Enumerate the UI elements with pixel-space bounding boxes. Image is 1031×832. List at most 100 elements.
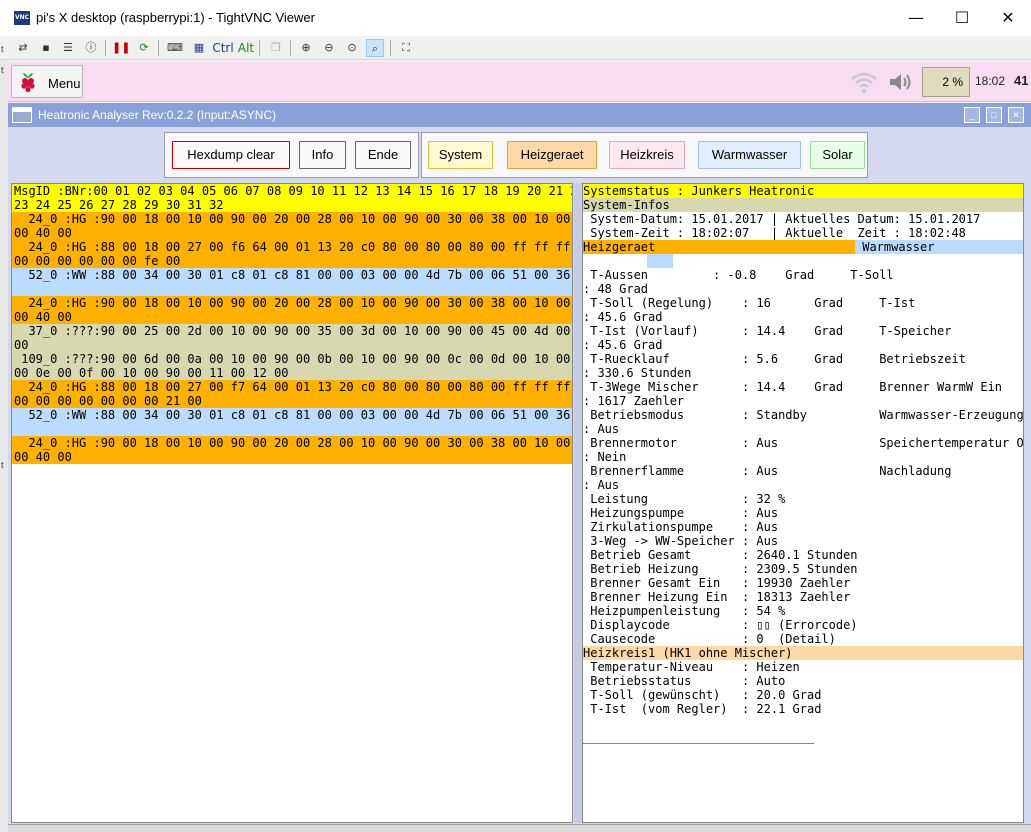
hexdump-line: 00 40 00 — [12, 450, 572, 464]
toolbar-separator — [259, 40, 260, 56]
panel-clock[interactable]: 18:02 — [975, 74, 1005, 88]
hexdump-line: 109_0 :???:90 00 6d 00 0a 00 10 00 90 00… — [12, 352, 573, 366]
info-line: Leistung : 32 % — [583, 492, 786, 506]
warmwasser-button[interactable]: Warmwasser — [698, 141, 801, 169]
info-line: Heizpumpenleistung : 54 % — [583, 604, 786, 618]
info-line: Brenner Heizung Ein : 18313 Zaehler — [583, 590, 851, 604]
info-line: Zirkulationspumpe : Aus — [583, 520, 779, 534]
info-line: System-Infos — [583, 198, 1023, 212]
hexdump-line: 37_0 :???:90 00 25 00 2d 00 10 00 90 00 … — [12, 324, 573, 338]
hexdump-line: 24_0 :HG :88 00 18 00 27 00 f7 64 00 01 … — [12, 380, 573, 394]
info-line: T-Ist (vom Regler) : 22.1 Grad — [583, 702, 822, 716]
heizgeraet-button[interactable]: Heizgeraet — [507, 141, 597, 169]
toolbar-separator — [290, 40, 291, 56]
menu-button[interactable]: Menu — [11, 65, 83, 98]
info-line: Heizkreis1 (HK1 ohne Mischer) — [583, 646, 1023, 660]
ctrl-esc-icon[interactable]: ▦ — [190, 39, 208, 57]
minimize-button[interactable]: — — [893, 4, 939, 32]
hexdump-line — [12, 422, 572, 436]
vnc-logo-icon: VNC — [14, 11, 30, 25]
raspberry-icon — [21, 73, 35, 93]
info-line: : Aus — [583, 478, 620, 492]
edge-mark: t — [1, 44, 4, 54]
hexdump-line: 00 00 00 00 00 00 fe 00 — [12, 254, 572, 268]
toolbar-separator — [158, 40, 159, 56]
zoom-out-icon[interactable]: ⊖ — [320, 39, 338, 57]
system-button[interactable]: System — [428, 141, 493, 169]
info-line: ________________________________ — [583, 730, 815, 744]
hexdump-line — [12, 282, 572, 296]
info-icon[interactable]: ⓘ — [82, 39, 100, 57]
hexdump-line: 24_0 :HG :90 00 18 00 10 00 90 00 20 00 … — [12, 436, 573, 450]
edge-mark: t — [1, 65, 4, 75]
desktop-panel: Menu 2 % 18:02 41 — [8, 62, 1031, 102]
info-line: : 45.6 Grad — [583, 310, 663, 324]
panel-extra-value: 41 — [1014, 73, 1029, 88]
edge-mark: t — [1, 460, 4, 470]
hexdump-line: 24_0 :HG :90 00 18 00 10 00 90 00 20 00 … — [12, 296, 573, 310]
app-title: Heatronic Analyser Rev:0.2.2 (Input:ASYN… — [38, 108, 277, 122]
window-titlebar: VNC pi's X desktop (raspberrypi:1) - Tig… — [0, 0, 1031, 36]
hexdump-line: 00 0e 00 0f 00 10 00 90 00 11 00 12 00 — [12, 366, 572, 380]
info-line: : 48 Grad — [583, 282, 649, 296]
info-line: Brenner Gesamt Ein : 19930 Zaehler — [583, 576, 851, 590]
new-connection-icon[interactable]: ⇄ — [14, 39, 32, 57]
cpu-usage-monitor: 2 % — [922, 67, 970, 97]
solar-button[interactable]: Solar — [810, 141, 865, 169]
hexdump-pane[interactable]: MsgID :BNr:00 01 02 03 04 05 06 07 08 09… — [11, 183, 573, 823]
zoom-100-icon[interactable]: ⊙ — [343, 39, 361, 57]
info-line: System-Datum: 15.01.2017 | Aktuelles Dat… — [583, 212, 981, 226]
alt-key-button[interactable]: Alt — [237, 39, 255, 57]
info-line: Displaycode : ▯▯ (Errorcode) — [583, 618, 858, 632]
info-line: Betrieb Heizung : 2309.5 Stunden — [583, 562, 858, 576]
heizkreis-button[interactable]: Heizkreis — [609, 141, 685, 169]
pane-splitter[interactable] — [574, 183, 582, 823]
zoom-in-icon[interactable]: ⊕ — [297, 39, 315, 57]
info-line: Brennerflamme : Aus Nachladung — [583, 464, 952, 478]
fullscreen-icon[interactable]: ⛶ — [397, 39, 415, 57]
maximize-button[interactable]: ☐ — [939, 4, 985, 32]
zoom-auto-icon[interactable]: ⌕ — [366, 39, 384, 57]
app-close-button[interactable]: ✕ — [1008, 107, 1024, 123]
info-line: Heizgeraet Warmwasser — [583, 240, 1023, 254]
info-line: Causecode : 0 (Detail) — [583, 632, 836, 646]
info-line: 3-Weg -> WW-Speicher : Aus — [583, 534, 779, 548]
hexdump-clear-button[interactable]: Hexdump clear — [172, 141, 290, 169]
heizgeraet-section-header: Heizgeraet — [583, 240, 855, 254]
wifi-icon[interactable] — [850, 70, 878, 94]
ende-button[interactable]: Ende — [355, 141, 411, 169]
ctrl-key-button[interactable]: Ctrl — [212, 39, 234, 57]
clipboard-icon[interactable]: ❐ — [267, 39, 285, 57]
toolbar-separator — [390, 40, 391, 56]
close-button[interactable]: ✕ — [985, 4, 1031, 32]
vnc-toolbar: ⇄ ▪ ☰ ⓘ ❚❚ ⟳ ⌨ ▦ Ctrl Alt ❐ ⊕ ⊖ ⊙ ⌕ ⛶ — [0, 36, 1031, 60]
pause-icon[interactable]: ❚❚ — [112, 39, 130, 57]
info-line: Systemstatus : Junkers Heatronic — [583, 184, 1023, 198]
section-header-stub — [583, 254, 673, 268]
app-minimize-button[interactable]: _ — [964, 107, 980, 123]
system-info-pane[interactable]: Systemstatus : Junkers Heatronic System-I… — [582, 183, 1024, 823]
hexdump-line: 52_0 :WW :88 00 34 00 30 01 c8 01 c8 81 … — [12, 408, 573, 422]
hexdump-line: 00 40 00 — [12, 226, 572, 240]
horizontal-scrollbar[interactable] — [8, 824, 1031, 832]
app-maximize-button[interactable]: □ — [986, 107, 1002, 123]
info-line: T-Aussen : -0.8 Grad T-Soll — [583, 268, 894, 282]
hexdump-line: 24_0 :HG :90 00 18 00 10 00 90 00 20 00 … — [12, 212, 573, 226]
info-line: Betrieb Gesamt : 2640.1 Stunden — [583, 548, 858, 562]
options-icon[interactable]: ☰ — [59, 39, 77, 57]
hexdump-line: 00 — [12, 338, 572, 352]
info-line: Temperatur-Niveau : Heizen — [583, 660, 800, 674]
save-icon[interactable]: ▪ — [37, 39, 55, 57]
hexdump-line: 23 24 25 26 27 28 29 30 31 32 — [12, 198, 572, 212]
info-button[interactable]: Info — [299, 141, 346, 169]
info-line: System-Zeit : 18:02:07 | Aktuelle Zeit :… — [583, 226, 966, 240]
refresh-icon[interactable]: ⟳ — [135, 39, 153, 57]
info-line: T-Soll (Regelung) : 16 Grad T-Ist — [583, 296, 916, 310]
info-line: Betriebsmodus : Standby Warmwasser-Erzeu… — [583, 408, 1024, 422]
info-line: : Nein — [583, 450, 627, 464]
toolbar-separator — [105, 40, 106, 56]
hexdump-line: 00 00 00 00 00 00 00 21 00 — [12, 394, 572, 408]
hexdump-line: 24_0 :HG :88 00 18 00 27 00 f6 64 00 01 … — [12, 240, 573, 254]
volume-icon[interactable] — [887, 70, 913, 94]
ctrl-alt-del-icon[interactable]: ⌨ — [166, 39, 184, 57]
